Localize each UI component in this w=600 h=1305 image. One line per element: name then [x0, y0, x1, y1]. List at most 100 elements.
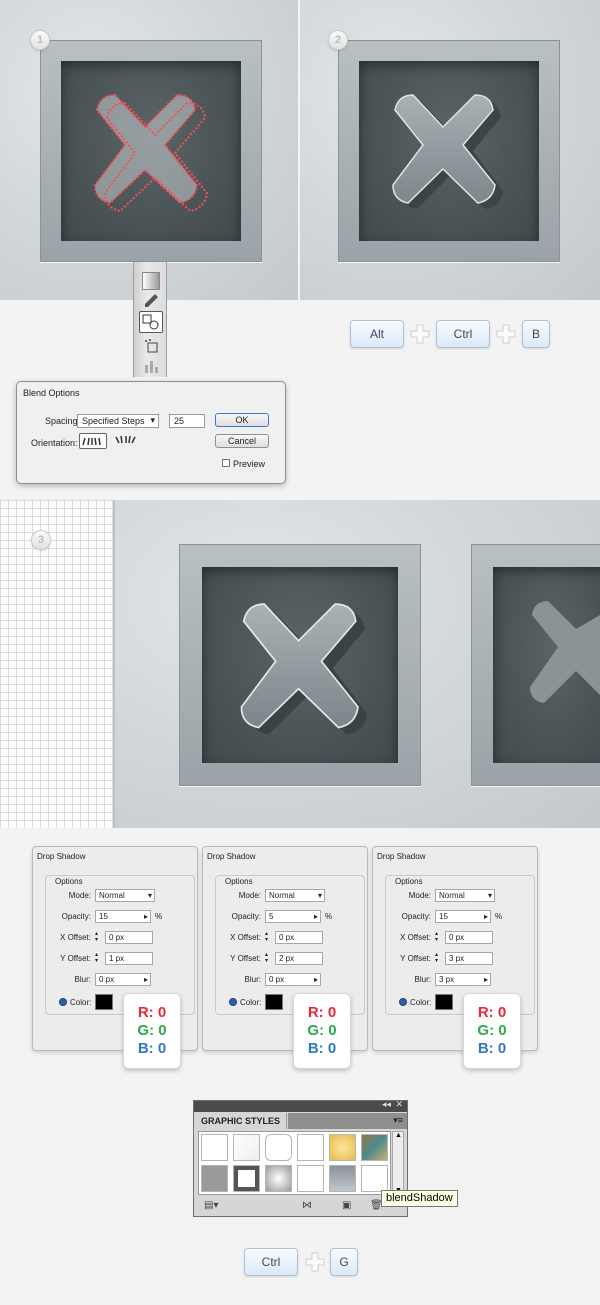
stepper-icon[interactable]: ▴ ▾ [265, 952, 268, 964]
panel-tab[interactable]: GRAPHIC STYLES [195, 1113, 287, 1129]
chevron-right-icon[interactable]: ▸ [314, 974, 318, 985]
x-offset-input[interactable]: 0 px [105, 931, 153, 944]
align-to-path-button[interactable] [113, 433, 141, 449]
symbol-sprayer-tool-icon[interactable] [142, 337, 160, 355]
close-icon[interactable]: ✕ [395, 1099, 403, 1110]
blur-input[interactable]: 0 px ▸ [95, 973, 151, 986]
ctrl-key: Ctrl [244, 1248, 298, 1276]
opacity-input[interactable]: 15 ▸ [95, 910, 151, 923]
swatch-rounded[interactable] [265, 1134, 292, 1161]
blur-input[interactable]: 3 px ▸ [435, 973, 491, 986]
blue-value: B: 0 [477, 1040, 507, 1057]
steps-input[interactable]: 25 [169, 414, 205, 428]
swatch-steel[interactable] [329, 1165, 356, 1192]
green-value: G: 0 [137, 1022, 167, 1039]
blur-input[interactable]: 0 px ▸ [265, 973, 321, 986]
stepper-icon[interactable]: ▴ ▾ [95, 931, 98, 943]
alt-key: Alt [350, 320, 404, 348]
stepper-icon[interactable]: ▴ ▾ [435, 952, 438, 964]
chevron-down-icon: ▾ [487, 891, 492, 900]
blend-options-dialog: Blend Options Spacing: Specified Steps ▾… [16, 381, 286, 484]
swatch-blend-shadow[interactable] [361, 1165, 388, 1192]
y-offset-input[interactable]: 1 px [105, 952, 153, 965]
align-page-icon [82, 437, 101, 446]
y-offset-input[interactable]: 2 px [275, 952, 323, 965]
dialog-title: Drop Shadow [207, 852, 256, 861]
chevron-right-icon[interactable]: ▸ [144, 911, 148, 922]
scrollbar[interactable]: ▲ ▼ [392, 1131, 404, 1195]
swatch-white[interactable] [297, 1165, 324, 1192]
tab-strip [288, 1113, 407, 1129]
mode-select[interactable]: Normal ▾ [95, 889, 155, 902]
new-style-icon[interactable]: ▣ [342, 1200, 351, 1211]
x-offset-input[interactable]: 0 px [275, 931, 323, 944]
chevron-right-icon[interactable]: ▸ [484, 974, 488, 985]
tooltip: blendShadow [381, 1190, 458, 1207]
stepper-icon[interactable]: ▴ ▾ [265, 931, 268, 943]
opacity-label: Opacity: [231, 912, 261, 921]
color-radio[interactable] [59, 998, 67, 1006]
panel-menu-icon[interactable]: ▾≡ [393, 1115, 403, 1126]
chevron-down-icon: ▾ [317, 891, 322, 900]
preview-checkbox[interactable] [222, 459, 230, 467]
align-to-page-button[interactable] [79, 433, 107, 449]
red-value: R: 0 [477, 1004, 507, 1021]
opacity-input[interactable]: 15 ▸ [435, 910, 491, 923]
color-swatch[interactable] [265, 994, 283, 1010]
ok-button[interactable]: OK [215, 413, 269, 427]
collapse-icon[interactable]: ◂◂ [382, 1099, 391, 1110]
dialog-title: Drop Shadow [37, 852, 86, 861]
stepper-icon[interactable]: ▴ ▾ [435, 931, 438, 943]
swatch-radial[interactable] [265, 1165, 292, 1192]
color-radio[interactable] [399, 998, 407, 1006]
swatch-shadow[interactable] [233, 1134, 260, 1161]
step2-artboard: 2 [300, 0, 600, 300]
swatch-overlap[interactable] [297, 1134, 324, 1161]
mode-select[interactable]: Normal ▾ [435, 889, 495, 902]
swatch-area [198, 1131, 391, 1195]
x-offset-label: X Offset: [400, 933, 431, 942]
swatch-default[interactable] [201, 1134, 228, 1161]
column-graph-tool-icon[interactable] [142, 357, 160, 375]
percent-label: % [155, 912, 163, 921]
plus-icon [305, 1252, 325, 1272]
swatch-frame[interactable] [233, 1165, 260, 1192]
step1-badge: 1 [30, 30, 50, 50]
color-swatch[interactable] [435, 994, 453, 1010]
align-path-icon [115, 435, 136, 444]
eyedropper-tool-icon[interactable] [142, 292, 160, 310]
swatch-gray[interactable] [201, 1165, 228, 1192]
percent-label: % [325, 912, 333, 921]
opacity-input[interactable]: 5 ▸ [265, 910, 321, 923]
swatch-gold[interactable] [329, 1134, 356, 1161]
chevron-down-icon: ▾ [150, 415, 155, 425]
chevron-right-icon[interactable]: ▸ [314, 911, 318, 922]
color-radio[interactable] [229, 998, 237, 1006]
libraries-menu-icon[interactable]: ▤▾ [204, 1200, 218, 1211]
stepper-icon[interactable]: ▴ ▾ [95, 952, 98, 964]
swatch-texture[interactable] [361, 1134, 388, 1161]
spacing-select[interactable]: Specified Steps ▾ [77, 414, 159, 428]
chevron-down-icon: ▾ [147, 891, 152, 900]
panel-topbar: ◂◂ ✕ [194, 1099, 407, 1112]
preview-label: Preview [233, 459, 266, 469]
break-link-icon[interactable]: ⋈ [302, 1200, 312, 1211]
blend-x-paths [93, 93, 209, 213]
chevron-right-icon[interactable]: ▸ [484, 911, 488, 922]
blend-tool-icon[interactable] [139, 311, 163, 333]
mode-label: Mode: [238, 891, 261, 900]
x-offset-label: X Offset: [60, 933, 91, 942]
blur-label: Blur: [74, 975, 91, 984]
cancel-button[interactable]: Cancel [215, 434, 269, 448]
color-label: Color: [70, 998, 92, 1007]
mode-select[interactable]: Normal ▾ [265, 889, 325, 902]
spacing-label: Spacing: [45, 416, 81, 426]
chevron-right-icon[interactable]: ▸ [144, 974, 148, 985]
x-offset-input[interactable]: 0 px [445, 931, 493, 944]
color-swatch[interactable] [95, 994, 113, 1010]
y-offset-input[interactable]: 3 px [445, 952, 493, 965]
green-value: G: 0 [307, 1022, 337, 1039]
scroll-up-icon[interactable]: ▲ [395, 1132, 402, 1139]
gradient-tool-icon[interactable] [142, 272, 160, 290]
options-label: Options [55, 877, 83, 886]
